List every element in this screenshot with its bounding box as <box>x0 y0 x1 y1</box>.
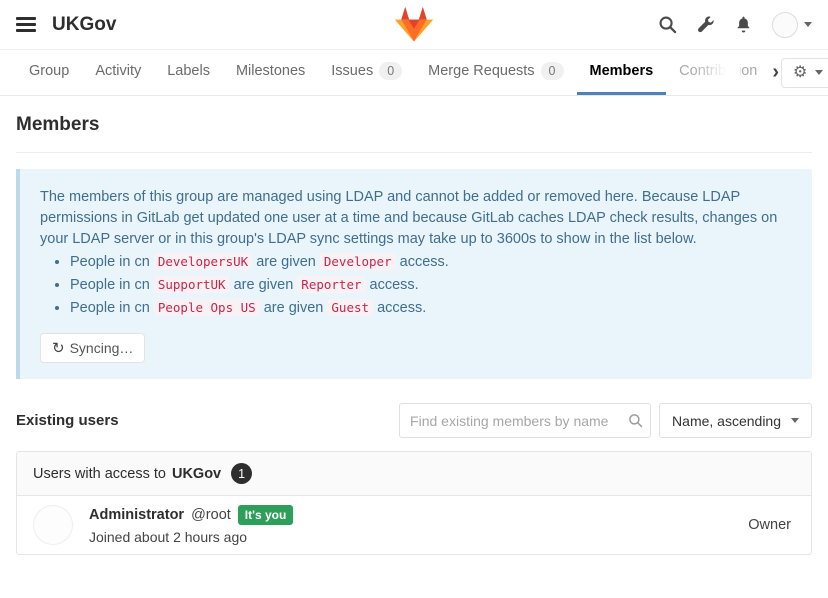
members-count-badge: 1 <box>231 463 252 484</box>
sync-icon: ↻ <box>52 341 65 356</box>
ldap-role-code: Developer <box>320 253 396 270</box>
hamburger-menu-icon[interactable] <box>16 17 36 32</box>
ldap-info-callout: The members of this group are managed us… <box>16 169 812 379</box>
issues-count-badge: 0 <box>379 62 402 80</box>
existing-users-toolbar: Existing users Name, ascending <box>16 403 812 438</box>
member-avatar[interactable] <box>33 505 73 545</box>
nav-overflow-chevron-icon[interactable]: › <box>770 50 781 95</box>
members-panel: Users with access to UKGov 1 Administrat… <box>16 451 812 555</box>
member-username: @root <box>191 507 231 523</box>
tab-contributions[interactable]: Contribution <box>666 50 770 95</box>
page-title: Members <box>16 114 812 153</box>
tab-activity[interactable]: Activity <box>82 50 154 95</box>
ldap-rule-item: People in cn People Ops US are given Gue… <box>70 297 792 319</box>
group-nav-tabs: Group Activity Labels Milestones Issues … <box>0 50 828 96</box>
gitlab-logo-icon[interactable] <box>394 5 434 48</box>
member-search-input[interactable] <box>399 403 651 438</box>
existing-users-label: Existing users <box>16 412 119 429</box>
member-role: Owner <box>748 517 795 533</box>
member-joined-date: Joined about 2 hours ago <box>89 529 293 545</box>
ldap-cn-code: DevelopersUK <box>154 253 252 270</box>
tab-group[interactable]: Group <box>16 50 82 95</box>
member-name[interactable]: Administrator <box>89 507 184 523</box>
sort-dropdown[interactable]: Name, ascending <box>659 403 812 438</box>
tab-merge-requests[interactable]: Merge Requests 0 <box>415 50 576 95</box>
user-avatar-menu[interactable] <box>772 12 812 38</box>
admin-wrench-icon[interactable] <box>696 15 715 34</box>
chevron-down-icon <box>791 418 799 423</box>
ldap-cn-code: People Ops US <box>154 299 260 316</box>
notifications-bell-icon[interactable] <box>734 15 753 34</box>
members-page: Members The members of this group are ma… <box>0 96 828 555</box>
ldap-role-code: Reporter <box>297 276 365 293</box>
search-icon[interactable] <box>658 15 677 34</box>
ldap-rules-list: People in cn DevelopersUK are given Deve… <box>70 251 792 319</box>
ldap-rule-item: People in cn DevelopersUK are given Deve… <box>70 251 792 273</box>
tab-issues[interactable]: Issues 0 <box>318 50 415 95</box>
ldap-rule-item: People in cn SupportUK are given Reporte… <box>70 274 792 296</box>
members-panel-header: Users with access to UKGov 1 <box>17 452 811 496</box>
ldap-cn-code: SupportUK <box>154 276 230 293</box>
search-icon <box>628 413 643 428</box>
tab-labels[interactable]: Labels <box>154 50 223 95</box>
group-settings-gear-button[interactable]: ⚙ <box>781 58 828 88</box>
merge-requests-count-badge: 0 <box>541 62 564 80</box>
its-you-badge: It's you <box>238 505 294 525</box>
avatar <box>772 12 798 38</box>
group-title[interactable]: UKGov <box>52 14 116 36</box>
top-header: UKGov <box>0 0 828 50</box>
ldap-role-code: Guest <box>327 299 373 316</box>
syncing-button[interactable]: ↻ Syncing… <box>40 333 145 363</box>
ldap-info-text: The members of this group are managed us… <box>40 187 792 250</box>
tab-milestones[interactable]: Milestones <box>223 50 318 95</box>
gear-icon: ⚙ <box>793 65 807 81</box>
panel-group-name: UKGov <box>172 466 221 482</box>
chevron-down-icon <box>815 70 823 75</box>
member-row: Administrator @root It's you Joined abou… <box>17 496 811 554</box>
chevron-down-icon <box>804 22 812 27</box>
tab-members[interactable]: Members <box>577 50 667 95</box>
